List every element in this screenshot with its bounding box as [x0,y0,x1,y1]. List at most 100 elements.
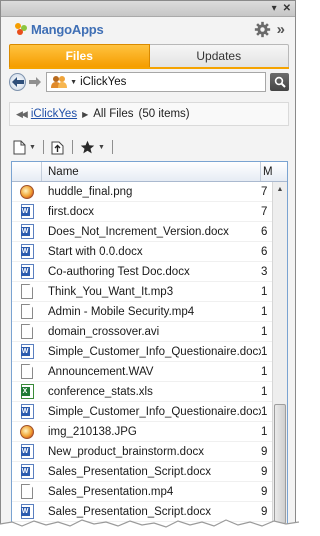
file-type-cell [12,384,42,399]
triangle-down-icon[interactable]: ▾ [272,2,277,15]
file-name[interactable]: Co-authoring Test Doc.docx [42,266,261,278]
table-row[interactable]: Simple_Customer_Info_Questionaire.docx1 [12,402,273,422]
image-file-icon [20,424,34,439]
file-type-cell [12,444,42,459]
table-row[interactable]: Co-authoring Test Doc.docx3 [12,262,273,282]
name-column-header[interactable]: Name [42,162,261,181]
file-type-cell [12,464,42,479]
select-column-header[interactable] [12,162,42,181]
generic-file-icon [21,364,33,379]
tab-files[interactable]: Files [9,44,150,68]
table-row[interactable]: Simple_Customer_Info_Questionaire.docx1 [12,342,273,362]
file-type-cell [12,424,42,439]
table-row[interactable]: domain_crossover.avi 1 [12,322,273,342]
breadcrumb-root-link[interactable]: iClickYes [31,108,77,120]
upload-icon[interactable] [51,140,65,155]
modified-column-label: M [263,165,273,178]
title-bar: ▾ ✕ [1,1,295,17]
table-row[interactable]: Announcement.WAV 1 [12,362,273,382]
breadcrumb-separator-icon: ▶ [82,109,89,119]
new-document-icon[interactable] [13,140,26,155]
file-name[interactable]: domain_crossover.avi [42,326,261,338]
double-chevron-right-icon[interactable]: » [277,21,285,38]
breadcrumb-up-icon[interactable]: ◀◀ [16,109,28,120]
arrow-left-icon [11,77,24,87]
table-row[interactable]: New_product_brainstorm.docx9 [12,442,273,462]
file-name[interactable]: Announcement.WAV [42,366,261,378]
location-selector[interactable]: ▼ iClickYes [46,72,267,92]
file-name[interactable]: New_product_brainstorm.docx [42,446,261,458]
app-logo: MangoApps [15,22,104,37]
table-row[interactable]: huddle_final.png 7 [12,182,273,202]
vertical-scrollbar[interactable]: ▲ [272,182,287,535]
close-icon[interactable]: ✕ [283,2,291,15]
image-file-icon [20,184,34,199]
file-type-cell [12,264,42,279]
new-dropdown-caret[interactable]: ▼ [29,144,36,151]
file-name[interactable]: Admin - Mobile Security.mp4 [42,306,261,318]
file-name[interactable]: huddle_final.png [42,186,261,198]
favorites-dropdown-caret[interactable]: ▼ [98,144,105,151]
modified-column-header[interactable]: M [261,162,273,181]
table-row[interactable]: Sales_Presentation.mp4 9 [12,482,273,502]
file-list: huddle_final.png7first.docx7Does_Not_Inc… [12,182,273,522]
search-icon [274,76,286,88]
file-table: Name M huddle_final.png7first.docx7Does_… [11,161,288,535]
location-text: iClickYes [80,76,127,88]
forward-button[interactable] [26,73,43,91]
word-document-icon [20,264,34,279]
file-type-cell [12,184,42,199]
file-type-cell [12,324,42,339]
file-name[interactable]: Sales_Presentation_Script.docx [42,466,261,478]
file-name[interactable]: Think_You_Want_It.mp3 [42,286,261,298]
table-row[interactable]: Admin - Mobile Security.mp4 1 [12,302,273,322]
file-name[interactable]: Simple_Customer_Info_Questionaire.docx [42,406,261,418]
file-type-cell [12,224,42,239]
file-toolbar: ▼ ▼ [9,136,289,158]
word-document-icon [20,444,34,459]
navigation-row: ▼ iClickYes [9,71,289,93]
tab-underline [9,67,289,69]
torn-edge [0,519,299,536]
file-type-cell [12,404,42,419]
item-count: (50 items) [138,108,190,120]
file-name[interactable]: Simple_Customer_Info_Questionaire.docx [42,346,261,358]
table-row[interactable]: Sales_Presentation_Script.docx9 [12,462,273,482]
tab-updates[interactable]: Updates [149,44,289,68]
generic-file-icon [21,284,33,299]
table-row[interactable]: Does_Not_Increment_Version.docx6 [12,222,273,242]
name-column-label: Name [48,165,79,178]
chevron-down-icon[interactable]: ▼ [70,79,77,86]
file-name[interactable]: first.docx [42,206,261,218]
file-name[interactable]: Start with 0.0.docx [42,246,261,258]
mangoapps-panel: ▾ ✕ MangoApps » Files Updates ▼ iClickYe… [0,0,296,536]
search-button[interactable] [270,73,289,91]
file-name[interactable]: conference_stats.xls [42,386,261,398]
table-row[interactable]: conference_stats.xls1 [12,382,273,402]
file-name[interactable]: Sales_Presentation.mp4 [42,486,261,498]
word-document-icon [20,404,34,419]
scrollbar-thumb[interactable] [274,404,286,524]
breadcrumb-current: All Files [93,108,134,120]
generic-file-icon [21,304,33,319]
generic-file-icon [21,484,33,499]
app-header: MangoApps » [1,17,295,43]
word-document-icon [20,464,34,479]
table-row[interactable]: Start with 0.0.docx6 [12,242,273,262]
table-row[interactable]: first.docx7 [12,202,273,222]
file-name[interactable]: img_210138.JPG [42,426,261,438]
table-row[interactable]: img_210138.JPG 1 [12,422,273,442]
tab-updates-label: Updates [196,49,242,63]
back-button[interactable] [9,73,27,91]
star-icon[interactable] [80,140,95,155]
toolbar-divider [42,140,44,154]
file-name[interactable]: Does_Not_Increment_Version.docx [42,226,261,238]
file-type-cell [12,244,42,259]
scroll-up-icon[interactable]: ▲ [273,182,287,197]
gear-icon[interactable] [254,21,271,38]
word-document-icon [20,344,34,359]
file-type-cell [12,484,42,499]
table-row[interactable]: Think_You_Want_It.mp3 1 [12,282,273,302]
file-type-cell [12,204,42,219]
table-header: Name M [12,162,287,182]
